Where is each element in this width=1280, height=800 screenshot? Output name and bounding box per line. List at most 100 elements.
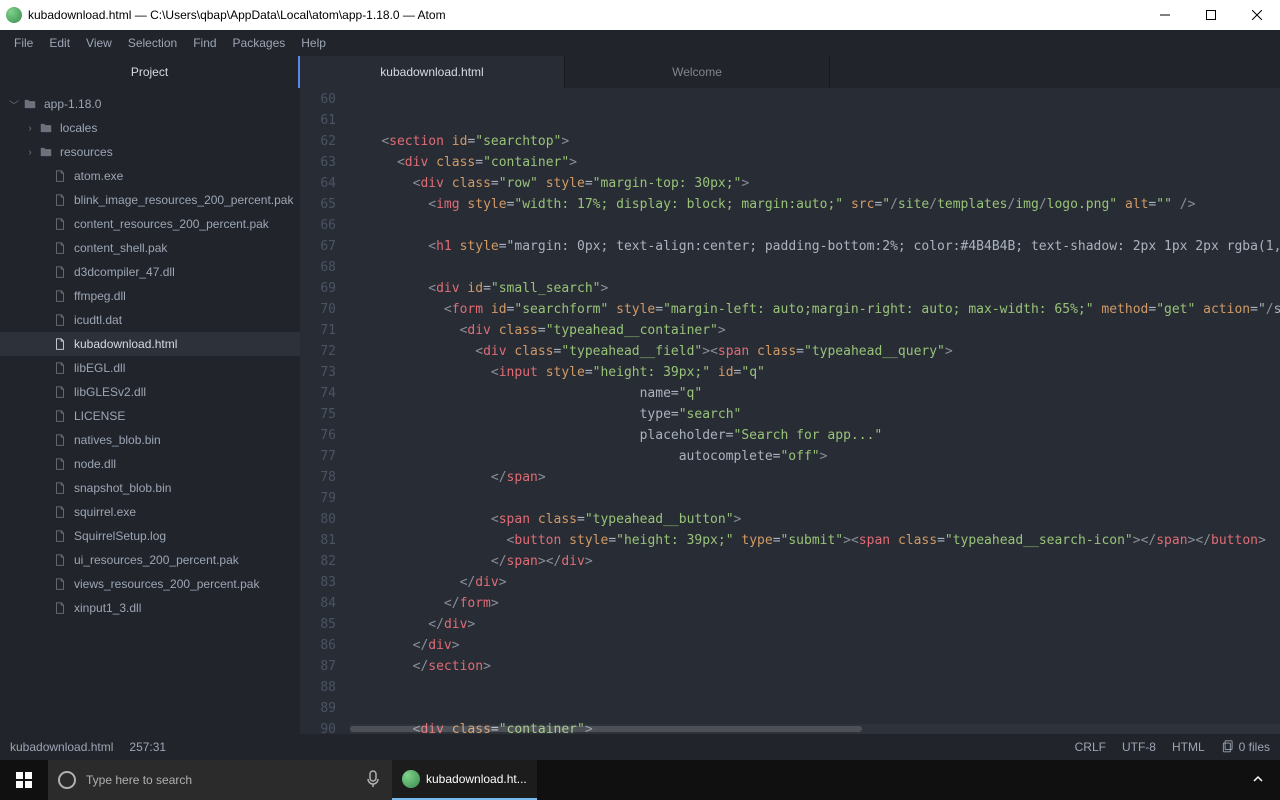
tree-row[interactable]: content_shell.pak <box>0 236 300 260</box>
menu-edit[interactable]: Edit <box>41 32 78 54</box>
tree-row[interactable]: views_resources_200_percent.pak <box>0 572 300 596</box>
tree-row[interactable]: squirrel.exe <box>0 500 300 524</box>
status-line-ending[interactable]: CRLF <box>1075 740 1106 754</box>
tree-row[interactable]: libEGL.dll <box>0 356 300 380</box>
tab-kubadownload[interactable]: kubadownload.html <box>300 56 565 88</box>
line-number: 65 <box>300 197 350 218</box>
maximize-button[interactable] <box>1188 0 1234 30</box>
code-line[interactable]: <section id="searchtop"> <box>350 134 1280 155</box>
menu-file[interactable]: File <box>6 32 41 54</box>
tree-row[interactable]: ﹀app-1.18.0 <box>0 92 300 116</box>
code-line[interactable]: </div> <box>350 617 1280 638</box>
tab-bar: kubadownload.html Welcome <box>300 56 1280 88</box>
line-number: 83 <box>300 575 350 596</box>
code-line[interactable]: <span class="typeahead__button"> <box>350 512 1280 533</box>
status-cursor-position[interactable]: 257:31 <box>129 740 166 754</box>
code-line[interactable]: </div> <box>350 638 1280 659</box>
tree-row[interactable]: ›locales <box>0 116 300 140</box>
scrollbar-thumb[interactable] <box>350 726 862 732</box>
code-line[interactable] <box>350 113 1280 134</box>
chevron-right-icon[interactable]: › <box>24 123 36 134</box>
menu-view[interactable]: View <box>78 32 120 54</box>
close-button[interactable] <box>1234 0 1280 30</box>
menu-packages[interactable]: Packages <box>225 32 294 54</box>
status-encoding[interactable]: UTF-8 <box>1122 740 1156 754</box>
code-area[interactable]: <section id="searchtop"> <div class="con… <box>350 88 1280 734</box>
code-line[interactable]: name="q" <box>350 386 1280 407</box>
tree-row[interactable]: content_resources_200_percent.pak <box>0 212 300 236</box>
folder-icon <box>38 120 54 136</box>
tree-label: LICENSE <box>74 409 125 423</box>
status-bar: kubadownload.html 257:31 CRLF UTF-8 HTML… <box>0 734 1280 760</box>
code-line[interactable]: <input style="height: 39px;" id="q" <box>350 365 1280 386</box>
tree-row[interactable]: ffmpeg.dll <box>0 284 300 308</box>
tree-label: squirrel.exe <box>74 505 136 519</box>
code-line[interactable]: <button style="height: 39px;" type="subm… <box>350 533 1280 554</box>
tree-label: natives_blob.bin <box>74 433 161 447</box>
code-line[interactable]: <img style="width: 17%; display: block; … <box>350 197 1280 218</box>
menu-help[interactable]: Help <box>293 32 334 54</box>
tree-row[interactable]: ›resources <box>0 140 300 164</box>
minimize-button[interactable] <box>1142 0 1188 30</box>
tree-row[interactable]: libGLESv2.dll <box>0 380 300 404</box>
file-icon <box>52 480 68 496</box>
atom-taskbar-icon <box>402 770 420 788</box>
tree-label: ui_resources_200_percent.pak <box>74 553 239 567</box>
code-line[interactable]: <div class="row" style="margin-top: 30px… <box>350 176 1280 197</box>
start-button[interactable] <box>0 760 48 800</box>
tree-row[interactable]: ui_resources_200_percent.pak <box>0 548 300 572</box>
file-icon <box>52 504 68 520</box>
tree-row[interactable]: icudtl.dat <box>0 308 300 332</box>
folder-icon <box>38 144 54 160</box>
code-line[interactable]: placeholder="Search for app..." <box>350 428 1280 449</box>
mic-icon[interactable] <box>366 770 380 791</box>
status-language[interactable]: HTML <box>1172 740 1205 754</box>
code-line[interactable]: <h1 style="margin: 0px; text-align:cente… <box>350 239 1280 260</box>
code-line[interactable]: <form id="searchform" style="margin-left… <box>350 302 1280 323</box>
tree-row[interactable]: atom.exe <box>0 164 300 188</box>
menu-find[interactable]: Find <box>185 32 224 54</box>
tree-label: ffmpeg.dll <box>74 289 126 303</box>
tree-row[interactable]: xinput1_3.dll <box>0 596 300 620</box>
tree-row[interactable]: natives_blob.bin <box>0 428 300 452</box>
tree-row[interactable]: LICENSE <box>0 404 300 428</box>
code-line[interactable]: </span></div> <box>350 554 1280 575</box>
taskbar-search[interactable]: Type here to search <box>48 760 392 800</box>
code-line[interactable]: </section> <box>350 659 1280 680</box>
code-line[interactable] <box>350 680 1280 701</box>
chevron-right-icon[interactable]: › <box>24 147 36 158</box>
status-git-files[interactable]: 0 files <box>1221 739 1270 756</box>
code-line[interactable] <box>350 92 1280 113</box>
horizontal-scrollbar[interactable] <box>350 724 1280 734</box>
tray-overflow-icon[interactable] <box>1246 773 1270 788</box>
tree-row[interactable]: node.dll <box>0 452 300 476</box>
tree-row[interactable]: d3dcompiler_47.dll <box>0 260 300 284</box>
tree-row[interactable]: SquirrelSetup.log <box>0 524 300 548</box>
code-line[interactable] <box>350 491 1280 512</box>
code-line[interactable]: <div class="container"> <box>350 155 1280 176</box>
code-line[interactable] <box>350 701 1280 722</box>
menu-selection[interactable]: Selection <box>120 32 185 54</box>
code-line[interactable]: <div class="typeahead__field"><span clas… <box>350 344 1280 365</box>
code-editor[interactable]: 6061626364656667686970717273747576777879… <box>300 88 1280 734</box>
code-line[interactable]: </form> <box>350 596 1280 617</box>
code-line[interactable]: type="search" <box>350 407 1280 428</box>
tree-row[interactable]: kubadownload.html <box>0 332 300 356</box>
code-line[interactable]: <div id="small_search"> <box>350 281 1280 302</box>
code-line[interactable]: </span> <box>350 470 1280 491</box>
status-file-name[interactable]: kubadownload.html <box>10 740 113 754</box>
code-line[interactable]: autocomplete="off"> <box>350 449 1280 470</box>
code-line[interactable]: <div class="typeahead__container"> <box>350 323 1280 344</box>
code-line[interactable] <box>350 260 1280 281</box>
taskbar-item-atom[interactable]: kubadownload.ht... <box>392 760 537 800</box>
code-line[interactable] <box>350 218 1280 239</box>
tab-welcome[interactable]: Welcome <box>565 56 830 88</box>
project-tree[interactable]: ﹀app-1.18.0›locales›resourcesatom.exebli… <box>0 88 300 734</box>
tree-row[interactable]: snapshot_blob.bin <box>0 476 300 500</box>
window-title: kubadownload.html — C:\Users\qbap\AppDat… <box>28 8 1142 22</box>
tree-row[interactable]: blink_image_resources_200_percent.pak <box>0 188 300 212</box>
chevron-down-icon[interactable]: ﹀ <box>8 97 20 112</box>
system-tray[interactable] <box>1246 773 1280 788</box>
line-number: 80 <box>300 512 350 533</box>
code-line[interactable]: </div> <box>350 575 1280 596</box>
